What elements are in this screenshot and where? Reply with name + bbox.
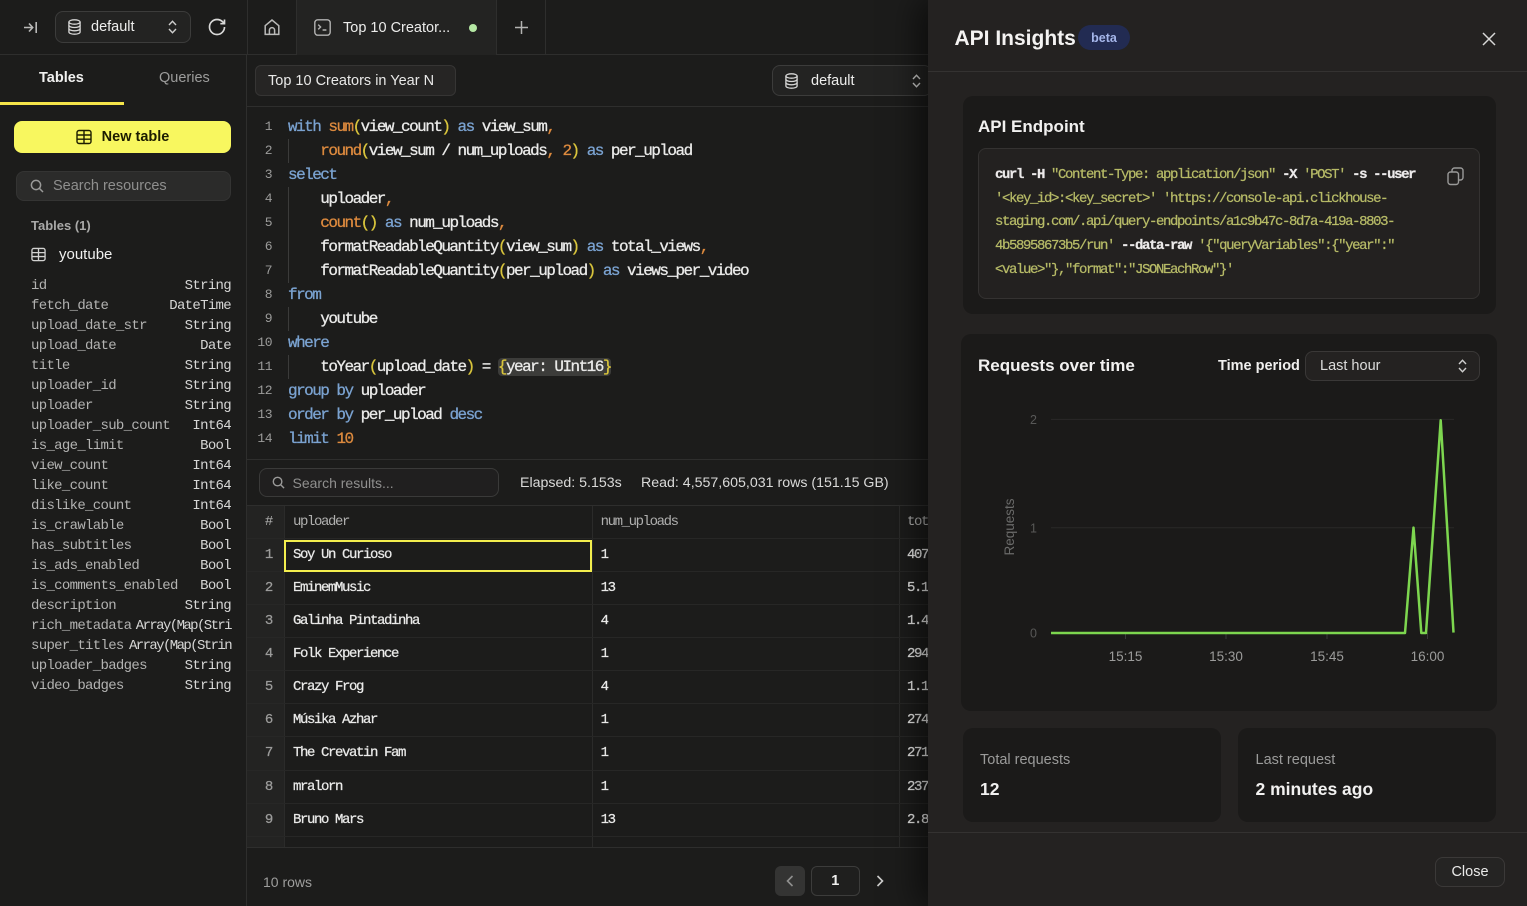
svg-text:Requests: Requests [1002, 498, 1017, 555]
svg-text:1: 1 [1030, 521, 1037, 535]
svg-text:15:30: 15:30 [1209, 649, 1243, 664]
svg-text:2: 2 [1030, 413, 1037, 427]
svg-text:0: 0 [1030, 627, 1037, 641]
svg-text:16:00: 16:00 [1411, 649, 1445, 664]
svg-text:15:45: 15:45 [1310, 649, 1344, 664]
svg-text:15:15: 15:15 [1109, 649, 1143, 664]
